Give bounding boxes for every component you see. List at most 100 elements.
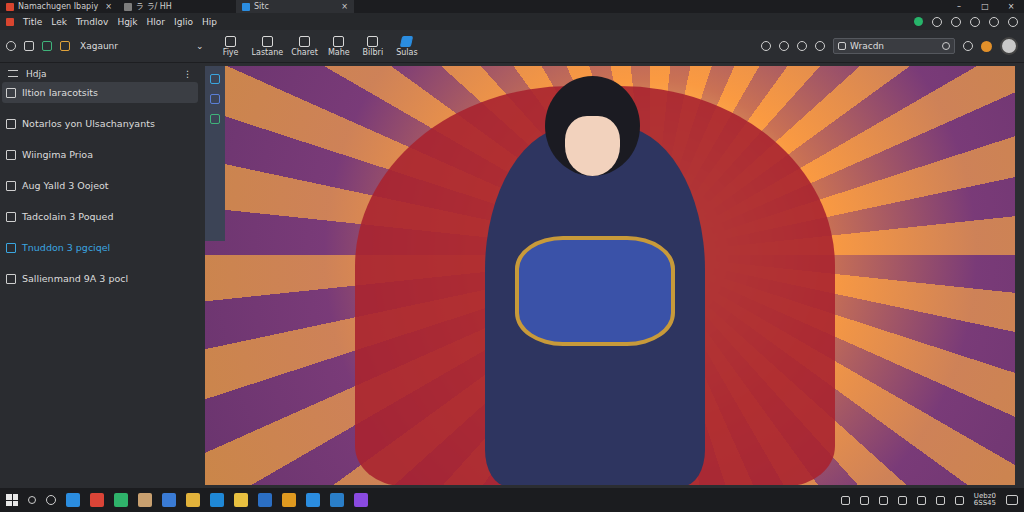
toolbar-button[interactable]: Fiye <box>218 36 244 57</box>
toolbar-button-label[interactable]: Sulas <box>396 48 417 57</box>
tab-label[interactable]: ラ ラ/ HH <box>136 1 172 12</box>
tray-icon[interactable] <box>898 496 907 505</box>
search-icon[interactable] <box>28 496 36 504</box>
avatar-icon[interactable] <box>1000 37 1018 55</box>
image-icon[interactable] <box>42 41 52 51</box>
menu-item[interactable]: Hlor <box>147 17 165 27</box>
app-icon[interactable] <box>234 493 248 507</box>
menu-item[interactable]: Iglio <box>174 17 193 27</box>
tray-icon[interactable] <box>860 496 869 505</box>
item-label[interactable]: Notarlos yon Ulsachanyants <box>22 118 155 129</box>
app-icon[interactable] <box>282 493 296 507</box>
sidebar-item[interactable]: Sallienmand 9A 3 pocl <box>2 268 198 289</box>
tool-icon[interactable] <box>210 74 220 84</box>
app-icon[interactable] <box>354 493 368 507</box>
menu-tool-icon[interactable] <box>932 17 942 27</box>
window-control[interactable]: × <box>998 0 1024 13</box>
toolbar-button-label[interactable]: Bilbri <box>363 48 384 57</box>
toolbar-button-label[interactable]: Charet <box>291 48 318 57</box>
notification-icon[interactable] <box>1006 495 1018 505</box>
more-icon[interactable]: ⋮ <box>183 69 192 79</box>
toolbar-button-label[interactable]: Mahe <box>328 48 350 57</box>
item-icon <box>6 88 16 98</box>
app-icon[interactable] <box>90 493 104 507</box>
clock-line: Uebz0 <box>974 493 996 500</box>
item-label[interactable]: Aug Yalld 3 Oojeot <box>22 180 109 191</box>
app-icon[interactable] <box>210 493 224 507</box>
clock-line: 6SS45 <box>974 500 996 507</box>
tray-icon[interactable] <box>841 496 850 505</box>
menu-item[interactable]: Lek <box>51 17 67 27</box>
sidebar-item[interactable]: Aug Yalld 3 Oojeot <box>2 175 198 196</box>
notification-icon[interactable] <box>981 41 992 52</box>
app-icon[interactable] <box>138 493 152 507</box>
tray-icon[interactable] <box>879 496 888 505</box>
menu-item[interactable]: Trndlov <box>76 17 108 27</box>
toolbar-button[interactable]: Bilbri <box>360 36 386 57</box>
sidebar-item[interactable]: Tadcolain 3 Poqued <box>2 206 198 227</box>
app-icon[interactable] <box>306 493 320 507</box>
search-icon[interactable] <box>942 42 950 50</box>
tool-icon[interactable] <box>210 94 220 104</box>
sidebar-item[interactable]: Notarlos yon Ulsachanyants <box>2 113 198 134</box>
chat-icon[interactable] <box>46 495 56 505</box>
toolbar-tool-icon[interactable] <box>761 41 771 51</box>
tab[interactable]: Sitc × <box>236 0 354 13</box>
tab[interactable]: ラ ラ/ HH <box>118 0 236 13</box>
menu-tool-icon[interactable] <box>951 17 961 27</box>
app-icon[interactable] <box>330 493 344 507</box>
tool-icon[interactable] <box>210 114 220 124</box>
menu-item[interactable]: Hgjk <box>117 17 137 27</box>
window-control[interactable]: □ <box>972 0 998 13</box>
app-icon[interactable] <box>186 493 200 507</box>
item-label[interactable]: Tadcolain 3 Poqued <box>22 211 113 222</box>
tab-label[interactable]: Namachugen Ibapiy <box>18 2 98 11</box>
sidebar-item[interactable]: Wiingima Prioa <box>2 144 198 165</box>
item-label[interactable]: Iltion Iaracotsits <box>22 87 98 98</box>
box-icon[interactable] <box>60 41 70 51</box>
tab-label[interactable]: Sitc <box>254 2 269 11</box>
item-label[interactable]: Sallienmand 9A 3 pocl <box>22 273 128 284</box>
close-icon[interactable]: × <box>105 2 112 11</box>
toolbar-tool-icon[interactable] <box>779 41 789 51</box>
toolbar-button[interactable]: Mahe <box>326 36 352 57</box>
sidebar-item[interactable]: Iltion Iaracotsits <box>2 82 198 103</box>
menu-tool-icon[interactable] <box>970 17 980 27</box>
menu-item[interactable]: Title <box>23 17 42 27</box>
app-icon[interactable] <box>258 493 272 507</box>
file-icon[interactable] <box>24 41 34 51</box>
tray-icon[interactable] <box>955 496 964 505</box>
tray-icon[interactable] <box>917 496 926 505</box>
toolbar-button-label[interactable]: Lastane <box>252 48 284 57</box>
app-icon[interactable] <box>66 493 80 507</box>
search-field[interactable]: Wracdn <box>833 38 955 54</box>
dropdown-icon[interactable]: ⌄ <box>196 41 204 51</box>
menu-icon[interactable] <box>8 70 18 77</box>
app-icon[interactable] <box>162 493 176 507</box>
windows-icon[interactable] <box>6 494 18 506</box>
menu-item[interactable]: Hip <box>202 17 217 27</box>
toolbar-tool-icon[interactable] <box>815 41 825 51</box>
window-control[interactable]: – <box>946 0 972 13</box>
info-icon[interactable] <box>963 41 973 51</box>
tab-spacer <box>354 0 946 13</box>
search-value[interactable]: Wracdn <box>850 41 938 51</box>
artwork-image <box>205 66 1015 485</box>
toolbar-button[interactable]: Lastane <box>252 36 284 57</box>
item-label[interactable]: Wiingima Prioa <box>22 149 93 160</box>
menu-tool-icon[interactable] <box>989 17 999 27</box>
close-icon[interactable]: × <box>341 2 348 11</box>
menu-tool-icon[interactable] <box>1008 17 1018 27</box>
toolbar-tool-icon[interactable] <box>797 41 807 51</box>
toolbar-button[interactable]: Charet <box>291 36 318 57</box>
toolbar-button[interactable]: Sulas <box>394 36 420 57</box>
toolbar-button-label[interactable]: Fiye <box>223 48 239 57</box>
app-icon[interactable] <box>114 493 128 507</box>
item-label[interactable]: Tnuddon 3 pgciqel <box>22 242 110 253</box>
toolbar-label[interactable]: Xagaunr <box>80 41 118 51</box>
tray-icon[interactable] <box>936 496 945 505</box>
tab[interactable]: Namachugen Ibapiy × <box>0 0 118 13</box>
sidebar-item[interactable]: Tnuddon 3 pgciqel <box>2 237 198 258</box>
clock[interactable]: Uebz06SS45 <box>974 493 996 508</box>
nav-icon[interactable] <box>6 41 16 51</box>
